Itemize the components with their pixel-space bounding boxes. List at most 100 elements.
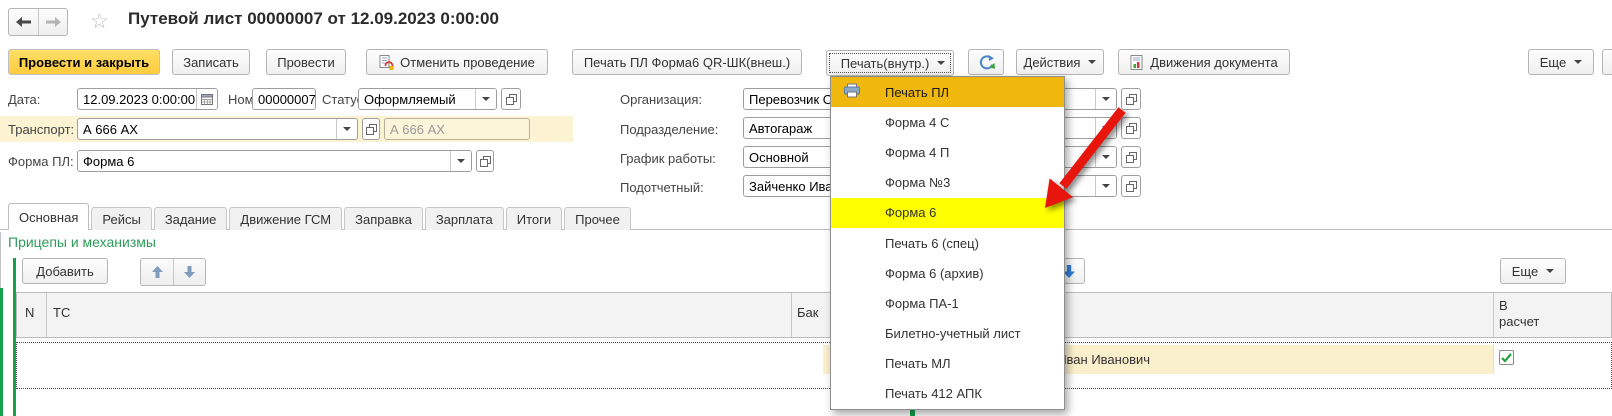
add-row-label: Добавить (36, 264, 93, 279)
menu-item-forma-6-arhiv[interactable]: Форма 6 (архив) (831, 258, 1064, 288)
menu-item-label: Печать 412 АПК (885, 386, 982, 401)
document-movements-button[interactable]: Движения документа (1118, 49, 1290, 75)
menu-item-pechat-ml[interactable]: Печать МЛ (831, 349, 1064, 379)
tab-label: Рейсы (102, 212, 140, 227)
menu-item-label: Билетно-учетный лист (885, 326, 1021, 341)
tab-label: Заправка (355, 212, 412, 227)
column-header-n[interactable]: N (25, 305, 34, 320)
schedule-open-button[interactable] (1121, 146, 1141, 168)
menu-item-label: Форма 6 (885, 205, 936, 220)
accountable-open-button[interactable] (1121, 175, 1141, 197)
in-calc-checkbox[interactable] (1499, 350, 1514, 365)
form-pl-open-button[interactable] (476, 150, 494, 172)
chevron-down-icon[interactable] (450, 151, 471, 171)
menu-item-forma-4p[interactable]: Форма 4 П (831, 137, 1064, 167)
post-and-close-button[interactable]: Провести и закрыть (8, 49, 160, 75)
add-row-button[interactable]: Добавить (22, 258, 108, 284)
tab-zapravka[interactable]: Заправка (344, 207, 423, 230)
undo-post-button[interactable]: Отменить проведение (366, 49, 548, 75)
menu-item-biletno-uchetny-list[interactable]: Билетно-учетный лист (831, 319, 1064, 349)
tab-label: Движение ГСМ (240, 212, 331, 227)
chevron-down-icon (1088, 60, 1096, 64)
back-button[interactable] (9, 9, 38, 35)
tab-label: Итоги (517, 212, 551, 227)
menu-item-forma-n3[interactable]: Форма №3 (831, 168, 1064, 198)
forward-button[interactable] (38, 9, 67, 35)
chevron-down-icon (1546, 269, 1554, 273)
status-value: Оформляемый (359, 89, 475, 109)
menu-item-forma-4s[interactable]: Форма 4 С (831, 107, 1064, 137)
tab-label: Основная (19, 210, 78, 225)
tab-itogi[interactable]: Итоги (506, 207, 562, 230)
accountable-label: Подотчетный: (620, 180, 704, 195)
actions-button[interactable]: Действия (1016, 49, 1104, 75)
chevron-down-icon[interactable] (1095, 176, 1116, 196)
menu-item-forma-6[interactable]: Форма 6 (831, 198, 1064, 228)
number-field[interactable]: 00000007 (252, 88, 316, 110)
clipped-edge-button[interactable] (1602, 49, 1612, 75)
chevron-down-icon[interactable] (1095, 118, 1116, 138)
status-open-button[interactable] (501, 88, 521, 110)
organization-open-button[interactable] (1121, 88, 1141, 110)
refresh-button[interactable] (968, 49, 1004, 75)
more-label: Еще (1512, 264, 1538, 279)
more-button-top[interactable]: Еще (1528, 49, 1594, 75)
tab-osnovnaya[interactable]: Основная (8, 203, 89, 230)
menu-item-pechat-pl[interactable]: Печать ПЛ (831, 77, 1064, 107)
print-menu: Печать ПЛ Форма 4 С Форма 4 П Форма №3 Ф… (830, 76, 1065, 410)
chevron-down-icon (937, 61, 945, 65)
print-external-button[interactable]: Печать ПЛ Форма6 QR-ШК(внеш.) (572, 49, 802, 75)
menu-item-label: Форма ПА-1 (885, 296, 959, 311)
transport-field[interactable]: А 666 АХ (77, 118, 358, 140)
favorite-star-icon[interactable]: ☆ (90, 9, 109, 34)
transport-value: А 666 АХ (78, 119, 336, 139)
table-row[interactable]: Зайченко Иван Иванович (16, 342, 1612, 389)
arrow-down-icon (184, 266, 195, 278)
menu-item-pechat-6-spec[interactable]: Печать 6 (спец) (831, 228, 1064, 258)
status-field[interactable]: Оформляемый (358, 88, 497, 110)
tab-prochee[interactable]: Прочее (564, 207, 631, 230)
page-title: Путевой лист 00000007 от 12.09.2023 0:00… (128, 9, 499, 29)
menu-item-label: Форма №3 (885, 175, 950, 190)
chevron-down-icon (1574, 60, 1582, 64)
post-button[interactable]: Провести (266, 49, 346, 75)
menu-item-pechat-412-apk[interactable]: Печать 412 АПК (831, 379, 1064, 409)
more-button-table[interactable]: Еще (1500, 258, 1566, 284)
tab-reysy[interactable]: Рейсы (91, 207, 151, 230)
department-open-button[interactable] (1121, 117, 1141, 139)
form-pl-field[interactable]: Форма 6 (77, 150, 472, 172)
tab-zadanie[interactable]: Задание (154, 207, 228, 230)
chevron-down-icon[interactable] (1095, 89, 1116, 109)
calendar-icon[interactable] (196, 89, 217, 109)
menu-item-label: Печать ПЛ (885, 85, 949, 100)
column-separator (1493, 344, 1494, 374)
menu-item-forma-pa1[interactable]: Форма ПА-1 (831, 288, 1064, 318)
transport-readonly-value: А 666 АХ (385, 119, 529, 139)
column-header-bak[interactable]: Бак (797, 305, 818, 320)
tab-dvizhenie-gsm[interactable]: Движение ГСМ (229, 207, 342, 230)
chevron-down-icon[interactable] (475, 89, 496, 109)
column-header-v-raschet[interactable]: В расчет (1499, 298, 1551, 330)
waybill-window: ☆ Путевой лист 00000007 от 12.09.2023 0:… (0, 0, 1612, 416)
print-internal-button[interactable]: Печать(внутр.) (826, 50, 954, 76)
print-external-label: Печать ПЛ Форма6 QR-ШК(внеш.) (584, 55, 790, 70)
date-field[interactable]: 12.09.2023 0:00:00 (77, 88, 218, 110)
tab-zarplata[interactable]: Зарплата (425, 207, 504, 230)
transport-open-button[interactable] (362, 118, 380, 140)
document-movements-icon (1130, 55, 1144, 70)
refresh-icon (978, 54, 995, 71)
menu-item-label: Печать 6 (спец) (885, 236, 979, 251)
chevron-down-icon[interactable] (336, 119, 357, 139)
open-icon (366, 124, 377, 135)
save-button[interactable]: Записать (172, 49, 250, 75)
open-icon (1126, 152, 1137, 163)
form-pl-value: Форма 6 (78, 151, 450, 171)
move-down-button[interactable] (173, 259, 205, 285)
column-header-ts[interactable]: ТС (53, 305, 70, 320)
move-up-button[interactable] (141, 259, 173, 285)
column-separator (1493, 293, 1494, 337)
number-value: 00000007 (253, 89, 315, 109)
post-and-close-label: Провести и закрыть (19, 55, 149, 70)
more-label: Еще (1540, 55, 1566, 70)
chevron-down-icon[interactable] (1095, 147, 1116, 167)
